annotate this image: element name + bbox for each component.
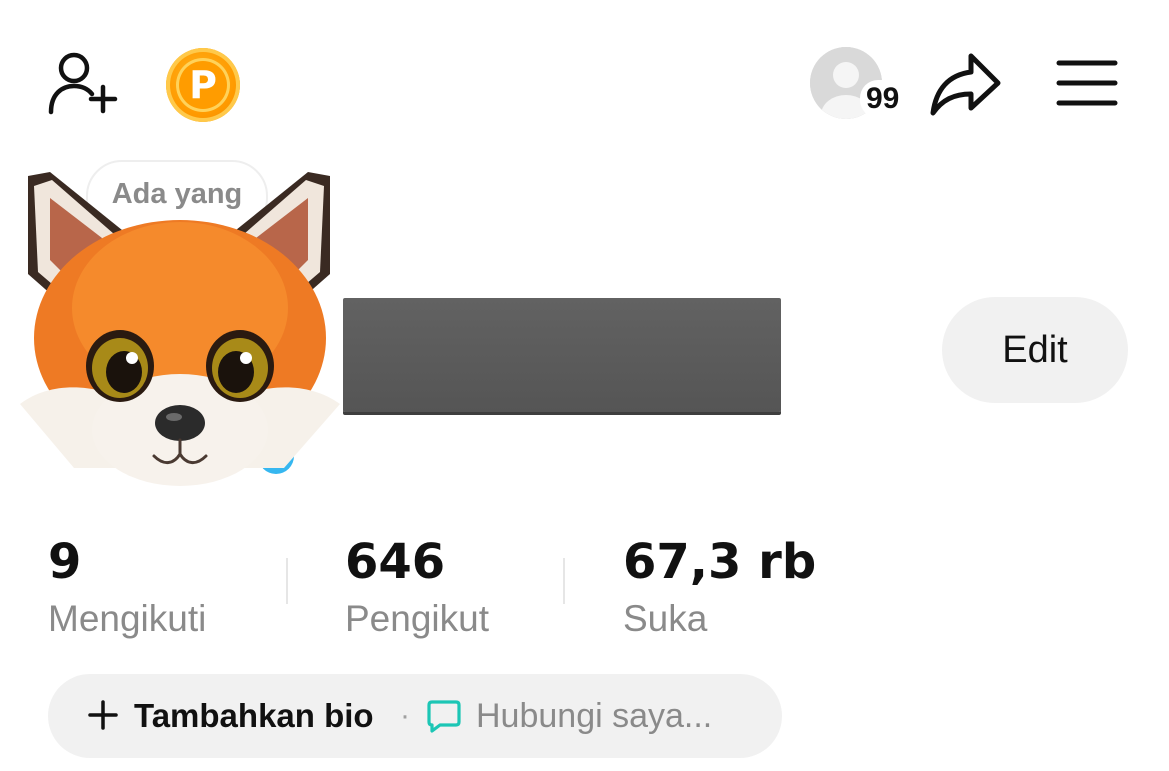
person-plus-icon — [48, 52, 118, 115]
menu-button[interactable] — [1056, 58, 1118, 108]
coin-button[interactable]: P — [166, 48, 242, 124]
stat-value: 67,3 rb — [623, 534, 817, 590]
stat-label: Pengikut — [345, 598, 489, 639]
share-button[interactable] — [928, 50, 1004, 118]
stat-value: 9 — [48, 534, 82, 590]
stat-following[interactable]: 9 Mengikuti — [48, 534, 206, 642]
hamburger-menu-icon — [1056, 60, 1118, 106]
add-friend-button[interactable] — [46, 50, 122, 116]
plus-icon[interactable] — [88, 700, 118, 730]
profile-views-count: 99 — [860, 80, 906, 118]
stat-divider — [286, 558, 288, 604]
chat-bubble-icon — [427, 700, 461, 733]
stat-likes[interactable]: 67,3 rb Suka — [623, 534, 816, 642]
stat-label: Suka — [623, 598, 708, 639]
coin-letter: P — [176, 58, 230, 112]
stat-label: Mengikuti — [48, 598, 207, 639]
profile-avatar[interactable] — [14, 168, 344, 493]
fox-avatar-icon — [20, 172, 340, 486]
stat-value: 646 — [345, 534, 446, 590]
add-bio-button[interactable]: Tambahkan bio — [134, 674, 374, 758]
bio-separator: · — [400, 699, 410, 732]
profile-views-button[interactable]: 99 — [808, 44, 908, 122]
share-arrow-icon — [930, 53, 1001, 116]
edit-profile-button[interactable]: Edit — [942, 297, 1128, 403]
coin-icon: P — [166, 48, 240, 122]
stat-followers[interactable]: 646 Pengikut — [345, 534, 489, 642]
username-redacted-block — [343, 298, 781, 412]
bio-bar: Tambahkan bio · Hubungi saya... — [48, 674, 782, 758]
stat-divider — [563, 558, 565, 604]
contact-me-button[interactable]: Hubungi saya... — [476, 674, 712, 758]
